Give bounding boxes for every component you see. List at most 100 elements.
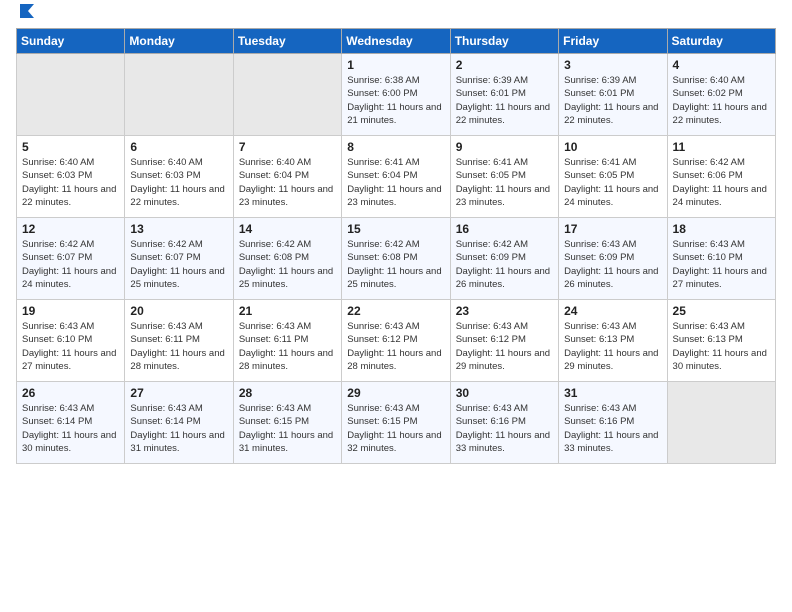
calendar-cell	[233, 54, 341, 136]
day-info: Sunrise: 6:43 AM Sunset: 6:13 PM Dayligh…	[673, 320, 770, 373]
calendar-cell: 16 Sunrise: 6:42 AM Sunset: 6:09 PM Dayli…	[450, 218, 558, 300]
day-info: Sunrise: 6:43 AM Sunset: 6:12 PM Dayligh…	[347, 320, 444, 373]
calendar-week-row: 5 Sunrise: 6:40 AM Sunset: 6:03 PM Daylig…	[17, 136, 776, 218]
calendar-week-row: 19 Sunrise: 6:43 AM Sunset: 6:10 PM Dayli…	[17, 300, 776, 382]
calendar-header-thursday: Thursday	[450, 29, 558, 54]
day-number: 23	[456, 304, 553, 318]
logo-flag-icon	[18, 2, 36, 20]
day-info: Sunrise: 6:42 AM Sunset: 6:07 PM Dayligh…	[22, 238, 119, 291]
calendar-week-row: 1 Sunrise: 6:38 AM Sunset: 6:00 PM Daylig…	[17, 54, 776, 136]
calendar-week-row: 26 Sunrise: 6:43 AM Sunset: 6:14 PM Dayli…	[17, 382, 776, 464]
calendar-cell: 10 Sunrise: 6:41 AM Sunset: 6:05 PM Dayli…	[559, 136, 667, 218]
calendar-cell: 11 Sunrise: 6:42 AM Sunset: 6:06 PM Dayli…	[667, 136, 775, 218]
day-info: Sunrise: 6:43 AM Sunset: 6:16 PM Dayligh…	[456, 402, 553, 455]
day-info: Sunrise: 6:39 AM Sunset: 6:01 PM Dayligh…	[456, 74, 553, 127]
calendar-cell	[17, 54, 125, 136]
calendar-header-wednesday: Wednesday	[342, 29, 450, 54]
day-number: 8	[347, 140, 444, 154]
day-info: Sunrise: 6:40 AM Sunset: 6:04 PM Dayligh…	[239, 156, 336, 209]
calendar-header-tuesday: Tuesday	[233, 29, 341, 54]
calendar-cell: 25 Sunrise: 6:43 AM Sunset: 6:13 PM Dayli…	[667, 300, 775, 382]
day-number: 2	[456, 58, 553, 72]
calendar-cell: 27 Sunrise: 6:43 AM Sunset: 6:14 PM Dayli…	[125, 382, 233, 464]
day-info: Sunrise: 6:42 AM Sunset: 6:09 PM Dayligh…	[456, 238, 553, 291]
day-info: Sunrise: 6:40 AM Sunset: 6:03 PM Dayligh…	[22, 156, 119, 209]
header	[16, 12, 776, 20]
logo	[16, 12, 36, 20]
day-number: 30	[456, 386, 553, 400]
day-number: 26	[22, 386, 119, 400]
day-info: Sunrise: 6:43 AM Sunset: 6:11 PM Dayligh…	[239, 320, 336, 373]
calendar-cell: 6Sunrise: 6:40 AM Sunset: 6:03 PM Daylig…	[125, 136, 233, 218]
day-info: Sunrise: 6:40 AM Sunset: 6:03 PM Dayligh…	[130, 156, 227, 209]
day-number: 22	[347, 304, 444, 318]
day-number: 19	[22, 304, 119, 318]
day-info: Sunrise: 6:40 AM Sunset: 6:02 PM Dayligh…	[673, 74, 770, 127]
day-number: 28	[239, 386, 336, 400]
day-info: Sunrise: 6:41 AM Sunset: 6:04 PM Dayligh…	[347, 156, 444, 209]
calendar-cell: 9 Sunrise: 6:41 AM Sunset: 6:05 PM Daylig…	[450, 136, 558, 218]
calendar-cell: 5 Sunrise: 6:40 AM Sunset: 6:03 PM Daylig…	[17, 136, 125, 218]
day-number: 24	[564, 304, 661, 318]
calendar-cell: 31 Sunrise: 6:43 AM Sunset: 6:16 PM Dayli…	[559, 382, 667, 464]
day-number: 31	[564, 386, 661, 400]
day-info: Sunrise: 6:43 AM Sunset: 6:14 PM Dayligh…	[130, 402, 227, 455]
day-info: Sunrise: 6:43 AM Sunset: 6:14 PM Dayligh…	[22, 402, 119, 455]
day-info: Sunrise: 6:42 AM Sunset: 6:08 PM Dayligh…	[347, 238, 444, 291]
day-info: Sunrise: 6:39 AM Sunset: 6:01 PM Dayligh…	[564, 74, 661, 127]
calendar-cell: 20 Sunrise: 6:43 AM Sunset: 6:11 PM Dayli…	[125, 300, 233, 382]
day-number: 12	[22, 222, 119, 236]
calendar-cell: 22 Sunrise: 6:43 AM Sunset: 6:12 PM Dayli…	[342, 300, 450, 382]
day-number: 18	[673, 222, 770, 236]
day-info: Sunrise: 6:43 AM Sunset: 6:15 PM Dayligh…	[239, 402, 336, 455]
day-info: Sunrise: 6:41 AM Sunset: 6:05 PM Dayligh…	[564, 156, 661, 209]
day-number: 25	[673, 304, 770, 318]
day-number: 9	[456, 140, 553, 154]
day-number: 1	[347, 58, 444, 72]
calendar-cell	[667, 382, 775, 464]
day-number: 4	[673, 58, 770, 72]
calendar-week-row: 12 Sunrise: 6:42 AM Sunset: 6:07 PM Dayli…	[17, 218, 776, 300]
calendar-header-saturday: Saturday	[667, 29, 775, 54]
day-number: 20	[130, 304, 227, 318]
calendar-header-row: SundayMondayTuesdayWednesdayThursdayFrid…	[17, 29, 776, 54]
day-info: Sunrise: 6:38 AM Sunset: 6:00 PM Dayligh…	[347, 74, 444, 127]
calendar-cell: 4 Sunrise: 6:40 AM Sunset: 6:02 PM Daylig…	[667, 54, 775, 136]
calendar-cell: 23 Sunrise: 6:43 AM Sunset: 6:12 PM Dayli…	[450, 300, 558, 382]
calendar-cell: 26 Sunrise: 6:43 AM Sunset: 6:14 PM Dayli…	[17, 382, 125, 464]
day-number: 21	[239, 304, 336, 318]
day-info: Sunrise: 6:42 AM Sunset: 6:06 PM Dayligh…	[673, 156, 770, 209]
calendar-cell: 15 Sunrise: 6:42 AM Sunset: 6:08 PM Dayli…	[342, 218, 450, 300]
calendar-cell: 13Sunrise: 6:42 AM Sunset: 6:07 PM Dayli…	[125, 218, 233, 300]
day-number: 11	[673, 140, 770, 154]
day-number: 27	[130, 386, 227, 400]
day-number: 15	[347, 222, 444, 236]
day-info: Sunrise: 6:43 AM Sunset: 6:10 PM Dayligh…	[22, 320, 119, 373]
day-number: 17	[564, 222, 661, 236]
calendar-cell: 8 Sunrise: 6:41 AM Sunset: 6:04 PM Daylig…	[342, 136, 450, 218]
day-number: 16	[456, 222, 553, 236]
calendar-cell: 2 Sunrise: 6:39 AM Sunset: 6:01 PM Daylig…	[450, 54, 558, 136]
calendar-cell: 19 Sunrise: 6:43 AM Sunset: 6:10 PM Dayli…	[17, 300, 125, 382]
day-number: 5	[22, 140, 119, 154]
day-info: Sunrise: 6:43 AM Sunset: 6:12 PM Dayligh…	[456, 320, 553, 373]
day-info: Sunrise: 6:43 AM Sunset: 6:11 PM Dayligh…	[130, 320, 227, 373]
calendar-header-sunday: Sunday	[17, 29, 125, 54]
day-info: Sunrise: 6:41 AM Sunset: 6:05 PM Dayligh…	[456, 156, 553, 209]
day-number: 29	[347, 386, 444, 400]
day-info: Sunrise: 6:43 AM Sunset: 6:16 PM Dayligh…	[564, 402, 661, 455]
day-info: Sunrise: 6:43 AM Sunset: 6:09 PM Dayligh…	[564, 238, 661, 291]
calendar-header-friday: Friday	[559, 29, 667, 54]
calendar-cell: 28 Sunrise: 6:43 AM Sunset: 6:15 PM Dayli…	[233, 382, 341, 464]
calendar-cell: 24 Sunrise: 6:43 AM Sunset: 6:13 PM Dayli…	[559, 300, 667, 382]
calendar-cell: 3 Sunrise: 6:39 AM Sunset: 6:01 PM Daylig…	[559, 54, 667, 136]
day-number: 10	[564, 140, 661, 154]
day-number: 14	[239, 222, 336, 236]
page: SundayMondayTuesdayWednesdayThursdayFrid…	[0, 0, 792, 612]
day-info: Sunrise: 6:43 AM Sunset: 6:13 PM Dayligh…	[564, 320, 661, 373]
day-number: 3	[564, 58, 661, 72]
calendar-cell: 21 Sunrise: 6:43 AM Sunset: 6:11 PM Dayli…	[233, 300, 341, 382]
calendar-cell	[125, 54, 233, 136]
calendar-cell: 14 Sunrise: 6:42 AM Sunset: 6:08 PM Dayli…	[233, 218, 341, 300]
day-info: Sunrise: 6:42 AM Sunset: 6:08 PM Dayligh…	[239, 238, 336, 291]
